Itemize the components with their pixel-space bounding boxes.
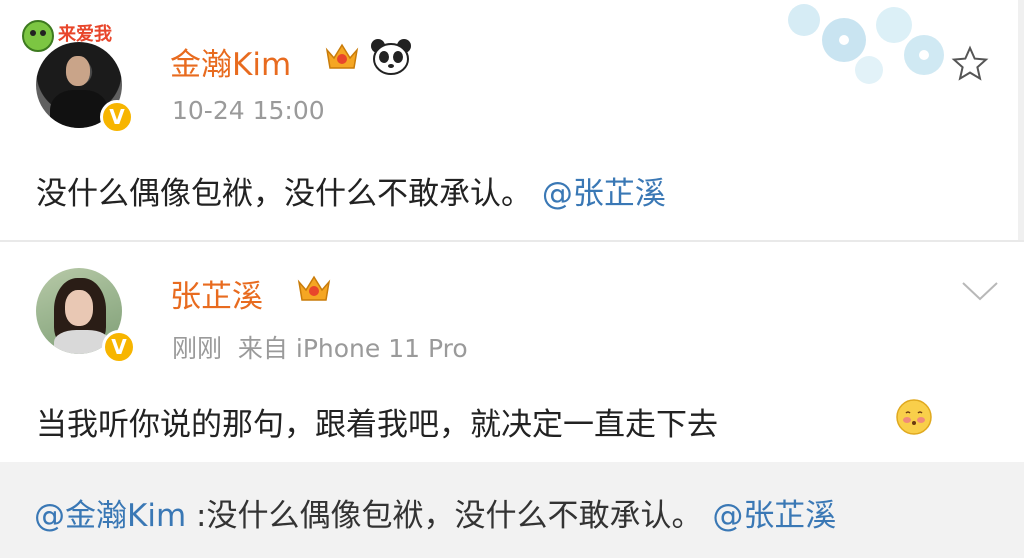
verified-badge: V	[102, 330, 136, 364]
mention-link[interactable]: @张芷溪	[542, 176, 666, 212]
post-text: 没什么偶像包袱，没什么不敢承认。 @张芷溪	[36, 168, 666, 213]
avatar-face	[65, 290, 93, 326]
post-time: 刚刚	[172, 334, 223, 363]
sticker-decoration: 来爱我	[22, 20, 112, 52]
author-name[interactable]: 金瀚Kim	[170, 39, 291, 84]
post-source: 来自 iPhone 11 Pro	[237, 334, 468, 363]
verified-icon: V	[109, 105, 125, 129]
avatar-face	[66, 56, 90, 86]
avatar-body	[50, 90, 108, 128]
post-body: 没什么偶像包袱，没什么不敢承认。	[36, 176, 532, 212]
star-icon[interactable]	[950, 44, 990, 84]
post-original: 来爱我 V 金瀚Kim 10-24 15:00 没什么偶像包袱，没什么不敢承认。…	[0, 0, 1024, 240]
quote-separator: :	[186, 498, 207, 534]
crown-icon	[297, 275, 331, 301]
quote-body: 没什么偶像包袱，没什么不敢承认。	[206, 498, 703, 534]
edge-shade	[1018, 0, 1024, 240]
post-meta: 刚刚 来自 iPhone 11 Pro	[172, 329, 468, 365]
sticker-text: 来爱我	[57, 24, 112, 45]
post-timestamp: 10-24 15:00	[172, 96, 325, 125]
flower-decoration	[788, 4, 944, 84]
weibo-screenshot: 来爱我 V 金瀚Kim 10-24 15:00 没什么偶像包袱，没什么不敢承认。…	[0, 0, 1024, 558]
verified-icon: V	[111, 335, 127, 359]
chevron-down-icon[interactable]	[960, 280, 1000, 304]
author-name[interactable]: 张芷溪	[170, 271, 263, 316]
verified-badge: V	[100, 100, 134, 134]
quoted-post-text: @金瀚Kim :没什么偶像包袱，没什么不敢承认。 @张芷溪	[34, 490, 836, 535]
crown-icon	[325, 43, 359, 69]
mention-link[interactable]: @金瀚Kim	[34, 498, 186, 534]
panda-icon	[371, 39, 411, 75]
blushing-emoji-icon	[896, 399, 932, 435]
divider	[0, 240, 1024, 242]
post-text: 当我听你说的那句，跟着我吧，就决定一直走下去	[36, 407, 718, 443]
mention-link[interactable]: @张芷溪	[712, 498, 836, 534]
